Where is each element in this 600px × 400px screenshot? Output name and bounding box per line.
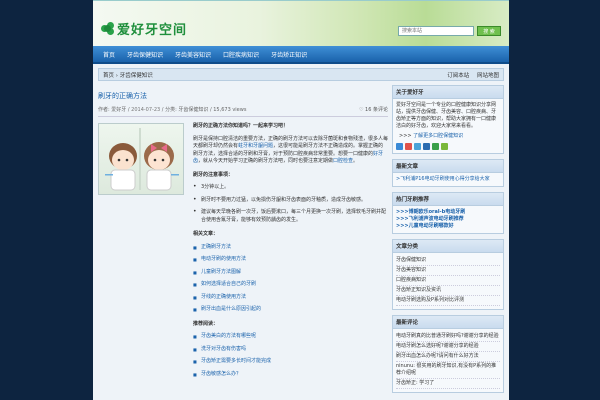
related-link[interactable]: 儿童刷牙方法图解 <box>193 269 388 277</box>
post-thumbnail-image <box>98 123 184 195</box>
related-list: 正确刷牙方法 电动牙刷的使用方法 儿童刷牙方法图解 如何选择适合自己的牙刷 牙线… <box>193 244 388 314</box>
recommend-heading: 推荐阅读： <box>193 320 219 327</box>
about-more-link[interactable]: 了解更多口腔保健知识 <box>413 133 463 139</box>
post-title[interactable]: 刷牙的正确方法 <box>98 91 388 101</box>
inline-link[interactable]: 口腔检查 <box>333 158 353 164</box>
post-date: 2014-07-23 <box>131 107 161 113</box>
recommend-link[interactable]: 牙齿矫正需要多长时间才能完成 <box>193 358 388 366</box>
cartoon-couple-illustration <box>105 128 179 191</box>
comments-widget: 最新评论 电动牙刷真的比普通牙刷好吗?谢谢分享的经验 电动牙刷怎么选好呢?谢谢分… <box>392 315 504 393</box>
related-link[interactable]: 如何选择适合自己的牙刷 <box>193 281 388 289</box>
page: 爱好牙空间 搜 索 首页 牙齿保健知识 牙齿美容知识 口腔疾病知识 牙齿矫正知识… <box>93 0 509 400</box>
recommend-link[interactable]: 牙齿美白的方法有哪些呢 <box>193 333 388 341</box>
post-views: 15,673 views <box>213 107 247 113</box>
clover-icon <box>101 22 114 35</box>
widget-title: 文章分类 <box>393 240 503 253</box>
recent-link[interactable]: >飞利浦P16电动牙刷使用心得分享给大家 <box>396 176 500 183</box>
comment-link[interactable]: 电动牙刷怎么选好呢?谢谢分享的经验 <box>396 342 500 352</box>
share-qzone-icon[interactable] <box>396 143 403 150</box>
breadcrumb: 首页 › 牙齿保健知识 订阅本站 网站地图 <box>98 68 504 81</box>
share-tencent-icon[interactable] <box>414 143 421 150</box>
post-category[interactable]: 分类: 牙齿保健知识 <box>165 107 208 113</box>
recommend-link[interactable]: 牙齿敏感怎么办？ <box>193 371 388 379</box>
share-renren-icon[interactable] <box>423 143 430 150</box>
related-heading: 相关文章： <box>193 231 219 237</box>
tips-heading: 刷牙的注意事项： <box>193 171 234 178</box>
share-weibo-icon[interactable] <box>405 143 412 150</box>
category-link[interactable]: 牙齿美容知识 <box>396 266 500 276</box>
widget-title: 最新文章 <box>393 160 503 173</box>
category-link[interactable]: 口腔疾病知识 <box>396 276 500 286</box>
site-logo[interactable]: 爱好牙空间 <box>101 19 187 38</box>
related-link[interactable]: 正确刷牙方法 <box>193 244 388 252</box>
list-item: 刷牙时不要用力过猛，以免损伤牙龈和牙齿表面的牙釉质，造成牙齿敏感。 <box>193 196 388 205</box>
comment-count[interactable]: ♡ 16 条评论 <box>359 106 388 113</box>
comment-link[interactable]: 刷牙出血怎么办呢?请问有什么好方法 <box>396 352 500 362</box>
inline-link[interactable]: 蛀牙和牙龈问题 <box>238 143 273 149</box>
post-paragraph: 刷牙是保持口腔清洁的重要方法，正确的刷牙方法可以去除牙菌斑和食物残渣，很多人每天… <box>193 135 389 165</box>
about-widget: 关于爱好牙 爱好牙空间是一个专业的口腔健康知识分享网站，提供牙齿保健、牙齿美容、… <box>392 85 504 154</box>
widget-title: 热门牙刷推荐 <box>393 193 503 206</box>
search-input[interactable] <box>398 26 474 36</box>
share-more-icon[interactable] <box>441 143 448 150</box>
site-header: 爱好牙空间 搜 索 <box>93 0 509 46</box>
recent-widget: 最新文章 >飞利浦P16电动牙刷使用心得分享给大家 <box>392 159 504 187</box>
widget-title: 关于爱好牙 <box>393 86 503 99</box>
post-body: 刷牙的正确方法你知道吗？一起来学习吧！ 刷牙是保持口腔清洁的重要方法，正确的刷牙… <box>193 123 388 378</box>
nav-item-ortho[interactable]: 牙齿矫正知识 <box>265 50 313 59</box>
hot-link[interactable]: >>>博朗欧乐oral-b电动牙刷 <box>396 209 500 216</box>
share-icons <box>396 143 500 150</box>
sitemap-link[interactable]: 网站地图 <box>477 73 499 79</box>
nav-item-disease[interactable]: 口腔疾病知识 <box>217 50 265 59</box>
about-text: 爱好牙空间是一个专业的口腔健康知识分享网站，提供牙齿保健、牙齿美容、口腔疾病、牙… <box>396 102 497 129</box>
main-nav: 首页 牙齿保健知识 牙齿美容知识 口腔疾病知识 牙齿矫正知识 <box>93 46 509 64</box>
comment-link[interactable]: 电动牙刷真的比普通牙刷好吗?谢谢分享的经验 <box>396 332 500 342</box>
share-douban-icon[interactable] <box>432 143 439 150</box>
post-content: 刷牙的正确方法你知道吗？一起来学习吧！ 刷牙是保持口腔清洁的重要方法，正确的刷牙… <box>98 123 388 378</box>
recommend-link[interactable]: 洗牙对牙齿有伤害吗 <box>193 346 388 354</box>
search-box: 搜 索 <box>398 26 501 36</box>
category-link[interactable]: 牙齿保健知识 <box>396 256 500 266</box>
related-link[interactable]: 电动牙刷的使用方法 <box>193 256 388 264</box>
list-item: 3分钟以上。 <box>193 183 388 192</box>
search-button[interactable]: 搜 索 <box>477 26 501 36</box>
list-item: 建议每天早晚各刷一次牙，饭后要漱口，每三个月更换一次牙刷，选择软毛牙刷并配合使用… <box>193 208 388 224</box>
sidebar: 关于爱好牙 爱好牙空间是一个专业的口腔健康知识分享网站，提供牙齿保健、牙齿美容、… <box>392 85 504 398</box>
about-more-arrow: >>> <box>399 133 412 139</box>
nav-item-home[interactable]: 首页 <box>97 50 121 59</box>
nav-item-beauty[interactable]: 牙齿美容知识 <box>169 50 217 59</box>
post-main: 刷牙的正确方法 作者: 爱好牙 / 2014-07-23 / 分类: 牙齿保健知… <box>98 89 388 385</box>
tips-list: 3分钟以上。 刷牙时不要用力过猛，以免损伤牙龈和牙齿表面的牙釉质，造成牙齿敏感。… <box>193 183 388 224</box>
breadcrumb-path[interactable]: 首页 › 牙齿保健知识 <box>103 71 153 79</box>
post-author[interactable]: 作者: 爱好牙 <box>98 107 126 113</box>
recommend-list: 牙齿美白的方法有哪些呢 洗牙对牙齿有伤害吗 牙齿矫正需要多长时间才能完成 牙齿敏… <box>193 333 388 378</box>
widget-title: 最新评论 <box>393 316 503 329</box>
logo-text: 爱好牙空间 <box>117 23 188 38</box>
hot-widget: 热门牙刷推荐 >>>博朗欧乐oral-b电动牙刷 >>>飞利浦声波电动牙刷推荐 … <box>392 192 504 234</box>
category-link[interactable]: 牙齿矫正知识及资讯 <box>396 286 500 296</box>
related-link[interactable]: 牙线的正确使用方法 <box>193 294 388 302</box>
hot-link[interactable]: >>>飞利浦声波电动牙刷推荐 <box>396 216 500 223</box>
related-link[interactable]: 刷牙出血是什么原因引起的 <box>193 306 388 314</box>
category-link[interactable]: 电动牙刷选购及P系列对比评测 <box>396 296 500 306</box>
hot-link[interactable]: >>>儿童电动牙刷哪款好 <box>396 223 500 230</box>
nav-item-care[interactable]: 牙齿保健知识 <box>121 50 169 59</box>
categories-widget: 文章分类 牙齿保健知识 牙齿美容知识 口腔疾病知识 牙齿矫正知识及资讯 电动牙刷… <box>392 239 504 310</box>
comment-link[interactable]: 牙齿矫正: 学习了 <box>396 379 500 389</box>
subscribe-link[interactable]: 订阅本站 <box>447 73 469 79</box>
comment-link[interactable]: ninunu: 很实用的刷牙知识,有没有P系列的推荐介绍呢 <box>396 362 500 379</box>
post-meta: 作者: 爱好牙 / 2014-07-23 / 分类: 牙齿保健知识 / 15,6… <box>98 106 388 117</box>
post-intro: 刷牙的正确方法你知道吗？一起来学习吧！ <box>193 123 289 129</box>
